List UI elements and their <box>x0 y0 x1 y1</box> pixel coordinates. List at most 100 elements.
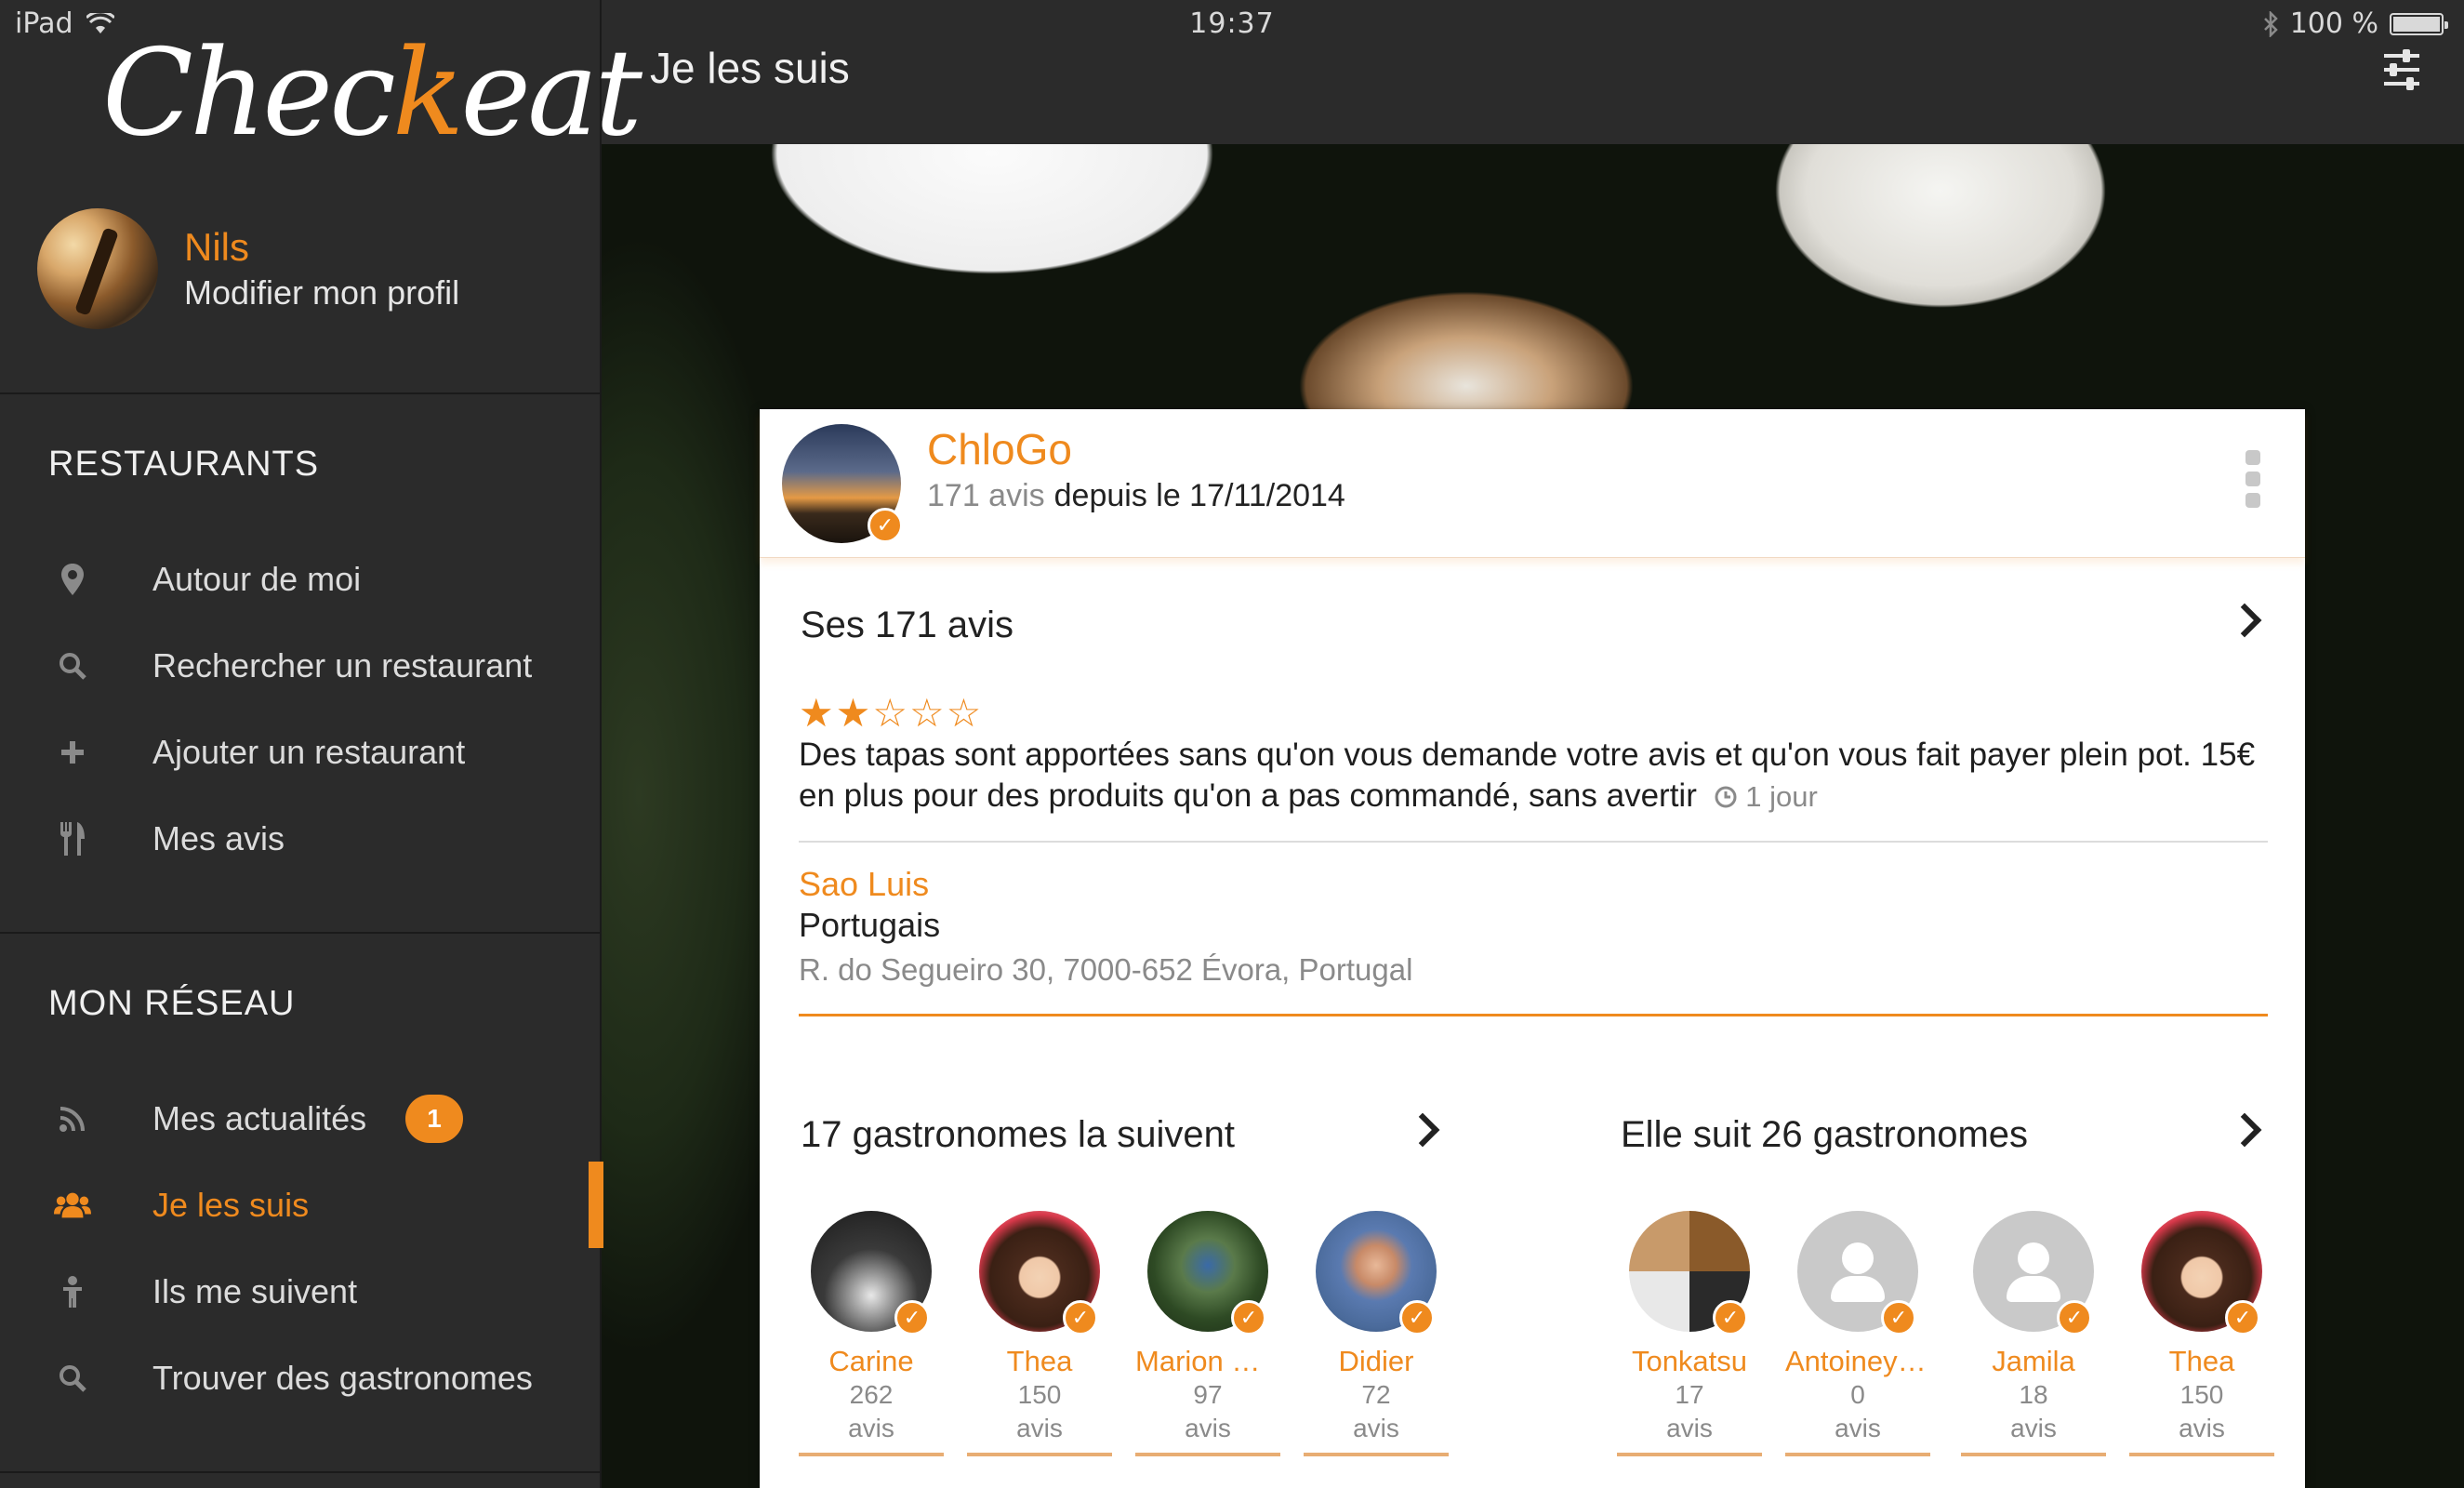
nav-item-news[interactable]: Mes actualités 1 <box>0 1075 602 1162</box>
follower-item[interactable]: ✓ Didier 72 avis <box>1304 1211 1449 1456</box>
following-item[interactable]: ✓ Jamila 18 avis <box>1961 1211 2106 1456</box>
underline <box>799 1453 944 1456</box>
status-right: 100 % <box>2262 7 2448 40</box>
review-text-block[interactable]: Des tapas sont apportées sans qu'on vous… <box>799 735 2286 817</box>
user-card: ✓ ChloGo 171 avis depuis le 17/11/2014 Se… <box>760 409 2305 1488</box>
nav-item-label: Trouver des gastronomes <box>152 1358 533 1397</box>
verified-check-icon: ✓ <box>868 508 903 543</box>
clock-icon <box>1715 786 1737 808</box>
profile-block[interactable]: Nils Modifier mon profil <box>37 208 459 329</box>
underline <box>1617 1453 1762 1456</box>
nav-item-find-gourmets[interactable]: Trouver des gastronomes <box>0 1335 602 1421</box>
verified-check-icon: ✓ <box>2225 1300 2260 1335</box>
restaurant-name-link[interactable]: Sao Luis <box>799 865 929 904</box>
person-review-count: 18 <box>2019 1380 2048 1409</box>
user-header: ✓ ChloGo 171 avis depuis le 17/11/2014 <box>760 409 2305 558</box>
person-icon <box>54 1273 91 1310</box>
avatar: ✓ <box>811 1211 932 1335</box>
following-list: ✓ Tonkatsu 17 avis ✓ Antoineyos... 0 avi… <box>1617 1211 2298 1456</box>
chevron-right-icon[interactable] <box>2227 1112 2262 1148</box>
nav-item-label: Mes actualités <box>152 1098 367 1137</box>
followers-section-title[interactable]: 17 gastronomes la suivent <box>801 1114 1235 1156</box>
app-root: iPad 19:37 100 % Checkeat Nils Modifier … <box>0 0 2464 1488</box>
user-since: depuis le 17/11/2014 <box>1053 478 1345 513</box>
map-pin-icon <box>54 561 91 598</box>
person-review-label: avis <box>848 1414 894 1442</box>
person-review-count: 17 <box>1675 1380 1704 1409</box>
plus-icon <box>54 734 91 771</box>
avatar: ✓ <box>1147 1211 1268 1335</box>
person-review-count: 150 <box>2179 1380 2224 1409</box>
search-icon <box>54 1360 91 1397</box>
person-name: Thea <box>1006 1345 1073 1377</box>
page-title: Je les suis <box>650 44 850 92</box>
nav-item-my-reviews[interactable]: Mes avis <box>0 795 602 882</box>
nav-item-add-restaurant[interactable]: Ajouter un restaurant <box>0 709 602 795</box>
restaurants-nav: Autour de moi Rechercher un restaurant A… <box>0 536 602 882</box>
star-empty-icon: ☆ <box>908 690 947 736</box>
person-name: Didier <box>1338 1345 1414 1377</box>
user-name: ChloGo <box>927 425 1072 473</box>
nav-item-search-restaurant[interactable]: Rechercher un restaurant <box>0 622 602 709</box>
person-review-count: 72 <box>1361 1380 1391 1409</box>
more-options-icon[interactable] <box>2245 450 2260 508</box>
nav-item-label: Rechercher un restaurant <box>152 645 533 684</box>
nav-item-around-me[interactable]: Autour de moi <box>0 536 602 622</box>
battery-percent: 100 % <box>2289 7 2378 40</box>
following-section-title[interactable]: Elle suit 26 gastronomes <box>1621 1114 2028 1156</box>
follower-item[interactable]: ✓ Carine 262 avis <box>799 1211 944 1456</box>
person-review-count: 0 <box>1850 1380 1865 1409</box>
person-review-label: avis <box>1185 1414 1231 1442</box>
nav-item-label: Autour de moi <box>152 559 362 598</box>
status-time: 19:37 <box>1189 7 1275 40</box>
star-filled-icon: ★ <box>835 690 873 736</box>
restaurant-type: Portugais <box>799 906 941 944</box>
restaurant-address: R. do Segueiro 30, 7000-652 Évora, Portu… <box>799 952 1413 987</box>
nav-item-label: Mes avis <box>152 818 285 857</box>
avatar: ✓ <box>1629 1211 1750 1335</box>
chevron-right-icon[interactable] <box>1405 1112 1440 1148</box>
person-review-count: 262 <box>849 1380 894 1409</box>
cutlery-icon <box>54 820 91 857</box>
follower-item[interactable]: ✓ Thea 150 avis <box>967 1211 1112 1456</box>
divider <box>0 932 602 934</box>
person-review-label: avis <box>1835 1414 1881 1442</box>
verified-check-icon: ✓ <box>894 1300 930 1335</box>
edit-profile-link[interactable]: Modifier mon profil <box>184 272 459 314</box>
person-review-count: 150 <box>1017 1380 1062 1409</box>
nav-item-following[interactable]: Je les suis <box>0 1162 603 1248</box>
followers-list: ✓ Carine 262 avis ✓ Thea 150 avis ✓ Mari… <box>799 1211 1472 1456</box>
nav-item-label: Ils me suivent <box>152 1271 358 1310</box>
news-count-badge: 1 <box>405 1094 463 1143</box>
person-review-label: avis <box>1016 1414 1063 1442</box>
verified-check-icon: ✓ <box>1881 1300 1916 1335</box>
user-avatar[interactable]: ✓ <box>782 424 903 543</box>
user-meta: 171 avis depuis le 17/11/2014 <box>927 478 1345 514</box>
following-item[interactable]: ✓ Antoineyos... 0 avis <box>1785 1211 1930 1456</box>
profile-avatar[interactable] <box>37 208 158 329</box>
sliders-icon[interactable] <box>2378 46 2425 93</box>
following-item[interactable]: ✓ Thea 150 avis <box>2129 1211 2274 1456</box>
following-item[interactable]: ✓ Tonkatsu 17 avis <box>1617 1211 1762 1456</box>
group-icon <box>54 1187 91 1224</box>
verified-check-icon: ✓ <box>1063 1300 1098 1335</box>
sidebar: Checkeat Nils Modifier mon profil RESTAU… <box>0 0 642 1488</box>
bluetooth-icon <box>2263 10 2278 37</box>
follower-item[interactable]: ✓ Marion Nav 97 avis <box>1135 1211 1280 1456</box>
verified-check-icon: ✓ <box>1399 1300 1435 1335</box>
reviews-section-title[interactable]: Ses 171 avis <box>801 604 1013 646</box>
star-empty-icon: ☆ <box>946 690 984 736</box>
underline <box>1961 1453 2106 1456</box>
person-name: Marion Nav <box>1135 1345 1280 1377</box>
divider <box>0 1471 602 1473</box>
avatar: ✓ <box>1316 1211 1437 1335</box>
person-review-count: 97 <box>1193 1380 1223 1409</box>
nav-item-label: Je les suis <box>152 1185 310 1224</box>
person-review-label: avis <box>1666 1414 1713 1442</box>
divider <box>799 841 2268 843</box>
chevron-right-icon[interactable] <box>2227 603 2262 638</box>
status-bar: iPad 19:37 100 % <box>0 0 2464 48</box>
profile-name[interactable]: Nils <box>184 223 459 272</box>
nav-item-followers[interactable]: Ils me suivent <box>0 1248 602 1335</box>
default-avatar-icon: ✓ <box>1973 1211 2094 1335</box>
